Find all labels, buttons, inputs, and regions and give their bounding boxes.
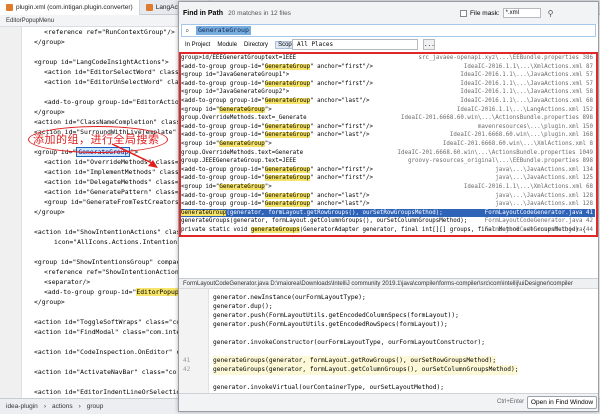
result-row[interactable]: <group id="GenerateGroup"> IdeaIC-2016.1.… xyxy=(181,183,595,191)
preview-path: FormLayoutCodeGenerator.java D:\maiorea\… xyxy=(179,278,598,289)
code-line: <group id="LangCodeInsightActions"> xyxy=(34,58,169,66)
preview-pane[interactable]: generator.newInstance(ourFormLayoutType)… xyxy=(179,289,598,393)
xml-file-icon xyxy=(145,3,153,11)
result-row[interactable]: group.OverrideMethods.text=_Generate Idea… xyxy=(181,114,595,122)
code-line: <reference ref="RunContextGroup"/> xyxy=(44,28,175,36)
crumb-idea-plugin[interactable]: idea-plugin xyxy=(6,403,38,410)
preview-line: generator.invokeVirtual(ourContainerType… xyxy=(213,384,444,391)
result-row[interactable]: group.JEEEGenerateGroup.text=JEEE groovy-… xyxy=(181,157,595,165)
filter-icon[interactable]: ⚲ xyxy=(548,9,554,18)
result-row[interactable]: <add-to-group group-id="GenerateGroup" a… xyxy=(181,97,595,105)
tab-plugin-xml[interactable]: plugin.xml (com.intigan.plugin.converter… xyxy=(0,0,140,15)
file-mask: File mask: *.xml ⚲ xyxy=(460,8,553,18)
code-line: <action id="DelegateMethods" class="c xyxy=(44,178,187,186)
result-row[interactable]: <add-to-group group-id="GenerateGroup" a… xyxy=(181,63,595,71)
result-row[interactable]: <group id="GenerateGroup"> IdeaIC-2016.1.… xyxy=(181,106,595,114)
code-line: icon="AllIcons.Actions.Intention xyxy=(54,238,178,246)
search-icon: ⌕ xyxy=(185,26,190,35)
scope-select[interactable]: All Places xyxy=(292,39,418,50)
result-row[interactable]: <group id="GenerateGroup"> IdeaIC-201.666… xyxy=(181,140,595,148)
code-line: <action id="GeneratePattern" class="c xyxy=(44,188,187,196)
line-gutter xyxy=(0,27,22,398)
code-line: <action id="FindModal" class="com.intel xyxy=(34,328,185,336)
search-field[interactable]: ⌕ GenerateGroup xyxy=(181,24,596,37)
code-line: </group> xyxy=(34,208,65,216)
result-row[interactable]: generateGroups(generator, formLayout.get… xyxy=(181,217,595,225)
code-line: <reference ref="ShowIntentionActions"/ xyxy=(44,268,191,276)
dialog-footer: Ctrl+Enter Open in Find Window xyxy=(179,393,598,411)
crumb-group[interactable]: group xyxy=(87,403,104,410)
crumb-actions[interactable]: actions xyxy=(52,403,73,410)
dialog-header: Find in Path 20 matches in 12 files File… xyxy=(179,2,598,24)
result-row[interactable]: <add-to-group group-id="GenerateGroup" a… xyxy=(181,123,595,131)
dialog-title: Find in Path xyxy=(183,9,224,17)
scope-in-project[interactable]: In Project xyxy=(185,42,210,48)
result-row[interactable]: <add-to-group group-id="GenerateGroup" a… xyxy=(181,192,595,200)
code-line: <add-to-group group-id="EditorActions xyxy=(44,98,187,106)
scope-browse-button[interactable]: ... xyxy=(423,39,435,50)
match-count: 20 matches in 12 files xyxy=(228,9,291,17)
scope-directory[interactable]: Directory xyxy=(244,42,268,48)
result-row[interactable]: <group id="JavaGenerateGroup2"> IdeaIC-20… xyxy=(181,88,595,96)
result-row[interactable]: <add-to-group group-id="GenerateGroup" a… xyxy=(181,174,595,182)
file-mask-label: File mask: xyxy=(470,9,500,17)
result-row[interactable]: private static void generateGroups(Gener… xyxy=(181,226,595,234)
preview-gutter xyxy=(179,289,209,393)
code-line: <add-to-group group-id="EditorPopupMe xyxy=(44,288,187,296)
result-row[interactable]: group>id/EEEGeneratGrouptext=1EEE src_jav… xyxy=(181,54,595,62)
result-row[interactable]: <add-to-group group-id="GenerateGroup" a… xyxy=(181,166,595,174)
result-row[interactable]: <group id="JavaGenerateGroup1"> IdeaIC-20… xyxy=(181,71,595,79)
shortcut-hint: Ctrl+Enter xyxy=(497,399,525,405)
code-line: <action id="EditorUnSelectWord" class xyxy=(44,78,187,86)
results-list[interactable]: group>id/EEEGeneratGrouptext=1EEE src_jav… xyxy=(179,52,598,237)
code-line: <action id="ActivateNavBar" class="co xyxy=(34,368,177,376)
result-row[interactable]: GenerateGroup(generator, formLayout.getR… xyxy=(181,208,595,217)
editor-breadcrumb[interactable]: EditorPopupMenu xyxy=(0,15,185,27)
result-row[interactable]: <add-to-group group-id="GenerateGroup" a… xyxy=(181,80,595,88)
find-in-path-dialog: Find in Path 20 matches in 12 files File… xyxy=(178,1,599,412)
search-query: GenerateGroup xyxy=(196,26,251,35)
code-line: <separator/> xyxy=(44,278,91,286)
preview-line-number: 42 xyxy=(183,366,191,373)
result-row[interactable]: group.OverrideMethods.text=Generate IdeaI… xyxy=(181,149,595,157)
code-line: <group id="ShowIntentionsGroup" compact xyxy=(34,258,185,266)
ide-window: plugin.xml (com.intigan.plugin.converter… xyxy=(0,0,600,414)
xml-file-icon xyxy=(6,3,13,11)
code-line: </group> xyxy=(34,108,65,116)
code-line: </group> xyxy=(34,298,65,306)
code-line: <action id="ShowIntentionActions" class xyxy=(34,228,185,236)
annotation-arrow xyxy=(111,143,158,168)
code-line: </group> xyxy=(34,38,65,46)
file-mask-checkbox[interactable] xyxy=(460,9,467,17)
code-line: <action id="CodeInspection.OnEditor" cl xyxy=(34,348,185,356)
breadcrumb-label: EditorPopupMenu xyxy=(6,18,55,24)
crumb-sep: › xyxy=(78,403,81,410)
scope-module[interactable]: Module xyxy=(217,42,237,48)
result-row[interactable]: <add-to-group group-id="GenerateGroup" a… xyxy=(181,131,595,139)
preview-line: generator.invokeConstructor(ourFormLayou… xyxy=(213,339,485,346)
open-in-find-window-button[interactable]: Open in Find Window xyxy=(527,396,597,409)
preview-line: generator.push(FormLayoutUtils.getEncode… xyxy=(213,321,448,328)
crumb-sep: › xyxy=(43,403,46,410)
preview-line: generateGroups(generator, formLayout.get… xyxy=(213,365,519,375)
code-line: <group id="GenerateFromTestCreatorsGr xyxy=(44,198,187,206)
code-line: <action id="EditorIndentLineOrSelection xyxy=(34,388,185,396)
tab-label: plugin.xml (com.intigan.plugin.converter… xyxy=(16,3,133,11)
file-mask-select[interactable]: *.xml xyxy=(502,8,541,18)
code-line: <action id="EditorSelectWord" class xyxy=(44,68,179,76)
result-row[interactable]: <add-to-group group-id="GenerateGroup" a… xyxy=(181,200,595,208)
code-line: <action id="ToggleSoftWraps" class="co xyxy=(34,318,181,326)
